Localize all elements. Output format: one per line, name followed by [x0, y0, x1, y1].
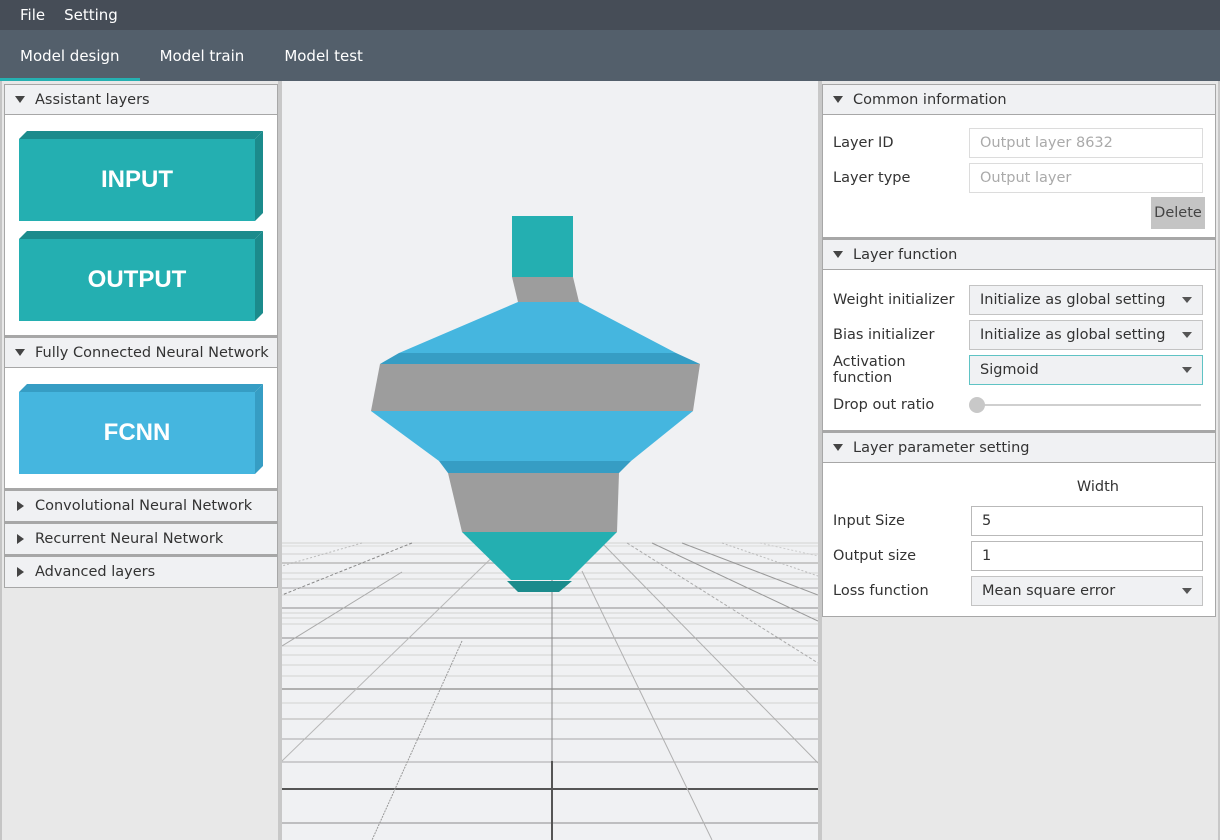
section-title: Layer function [853, 246, 958, 263]
bias-initializer-select[interactable]: Initialize as global setting [969, 319, 1203, 350]
section-rnn: Recurrent Neural Network [4, 522, 278, 555]
select-value: Initialize as global setting [980, 291, 1166, 308]
dropdown-arrow-icon [1182, 587, 1192, 594]
chevron-down-icon [833, 444, 843, 451]
tab-bar: Model design Model train Model test [0, 30, 1220, 81]
dropout-ratio-slider[interactable] [969, 390, 1203, 420]
select-value: Sigmoid [980, 361, 1039, 378]
fcnn-layer-3d[interactable] [371, 302, 700, 473]
section-title: Assistant layers [35, 91, 150, 108]
layer-id-input[interactable]: Output layer 8632 [969, 127, 1203, 158]
section-title: Common information [853, 91, 1007, 108]
model-3d-viewport[interactable] [282, 81, 818, 840]
chevron-down-icon [833, 251, 843, 258]
tab-model-design[interactable]: Model design [0, 30, 140, 81]
chevron-down-icon [833, 96, 843, 103]
block-label: INPUT [101, 166, 173, 193]
loss-function-select[interactable]: Mean square error [971, 575, 1203, 606]
layer-id-label: Layer ID [833, 134, 894, 151]
dropdown-arrow-icon [1182, 331, 1192, 338]
tab-model-test[interactable]: Model test [264, 30, 383, 81]
output-size-input[interactable]: 1 [971, 540, 1203, 571]
section-title: Convolutional Neural Network [35, 498, 253, 514]
fcnn-layer-block[interactable]: FCNN [19, 384, 263, 474]
loss-function-label: Loss function [833, 582, 929, 599]
menu-bar: File Setting [0, 0, 1220, 30]
section-header-layer-parameter-setting[interactable]: Layer parameter setting [823, 433, 1215, 463]
chevron-down-icon [15, 96, 25, 103]
width-column-header: Width [1076, 479, 1119, 495]
section-title: Advanced layers [35, 564, 156, 580]
dropdown-arrow-icon [1182, 296, 1192, 303]
dropdown-arrow-icon [1182, 366, 1192, 373]
input-size-label: Input Size [833, 512, 905, 529]
section-header-fcnn[interactable]: Fully Connected Neural Network [5, 338, 277, 368]
dropout-ratio-label: Drop out ratio [833, 396, 935, 413]
layer-palette: Assistant layers INPUT OUTPUT Fully Conn… [0, 81, 282, 840]
select-value: Initialize as global setting [980, 326, 1166, 343]
section-advanced-layers: Advanced layers [4, 555, 278, 588]
block-label: OUTPUT [87, 266, 187, 293]
bias-initializer-label: Bias initializer [833, 326, 935, 343]
section-fcnn: Fully Connected Neural Network FCNN [4, 336, 278, 489]
weight-initializer-label: Weight initializer [833, 291, 955, 308]
slider-thumb[interactable] [969, 396, 985, 413]
section-header-advanced-layers[interactable]: Advanced layers [5, 557, 277, 587]
viewport-canvas[interactable] [282, 81, 818, 840]
activation-function-label: Activation function [833, 353, 906, 386]
section-title: Layer parameter setting [853, 439, 1030, 456]
connector-3d [448, 473, 619, 532]
block-label: FCNN [103, 419, 171, 446]
weight-initializer-select[interactable]: Initialize as global setting [969, 284, 1203, 315]
layer-type-input[interactable]: Output layer [969, 162, 1203, 193]
slider-track [977, 403, 1201, 406]
section-title: Fully Connected Neural Network [35, 344, 269, 361]
delete-button[interactable]: Delete [1151, 197, 1205, 229]
input-size-input[interactable]: 5 [971, 505, 1203, 536]
chevron-right-icon [17, 534, 24, 544]
chevron-right-icon [17, 501, 24, 511]
output-layer-3d[interactable] [512, 216, 573, 277]
activation-function-select[interactable]: Sigmoid [969, 354, 1203, 385]
connector-3d [512, 277, 579, 302]
input-layer-block[interactable]: INPUT [19, 131, 263, 221]
section-header-common-information[interactable]: Common information [823, 85, 1215, 115]
section-assistant-layers: Assistant layers INPUT OUTPUT [4, 84, 278, 336]
section-title: Recurrent Neural Network [35, 531, 224, 547]
chevron-right-icon [17, 567, 24, 577]
section-header-assistant-layers[interactable]: Assistant layers [5, 85, 277, 115]
model-stack[interactable] [371, 216, 700, 592]
section-cnn: Convolutional Neural Network [4, 489, 278, 522]
layer-type-label: Layer type [833, 169, 911, 186]
properties-panel: Common information Layer ID Output layer… [818, 81, 1220, 840]
menu-setting[interactable]: Setting [64, 6, 118, 24]
section-header-rnn[interactable]: Recurrent Neural Network [5, 524, 277, 554]
section-layer-parameter-setting: Layer parameter setting Width Input Size… [822, 431, 1216, 617]
tab-model-train[interactable]: Model train [140, 30, 265, 81]
select-value: Mean square error [982, 582, 1116, 599]
section-header-layer-function[interactable]: Layer function [823, 240, 1215, 270]
chevron-down-icon [15, 349, 25, 356]
output-layer-block[interactable]: OUTPUT [19, 231, 263, 321]
section-common-information: Common information Layer ID Output layer… [822, 84, 1216, 238]
menu-file[interactable]: File [20, 6, 45, 24]
output-size-label: Output size [833, 547, 917, 564]
section-layer-function: Layer function Weight initializer Initia… [822, 238, 1216, 431]
section-header-cnn[interactable]: Convolutional Neural Network [5, 491, 277, 521]
